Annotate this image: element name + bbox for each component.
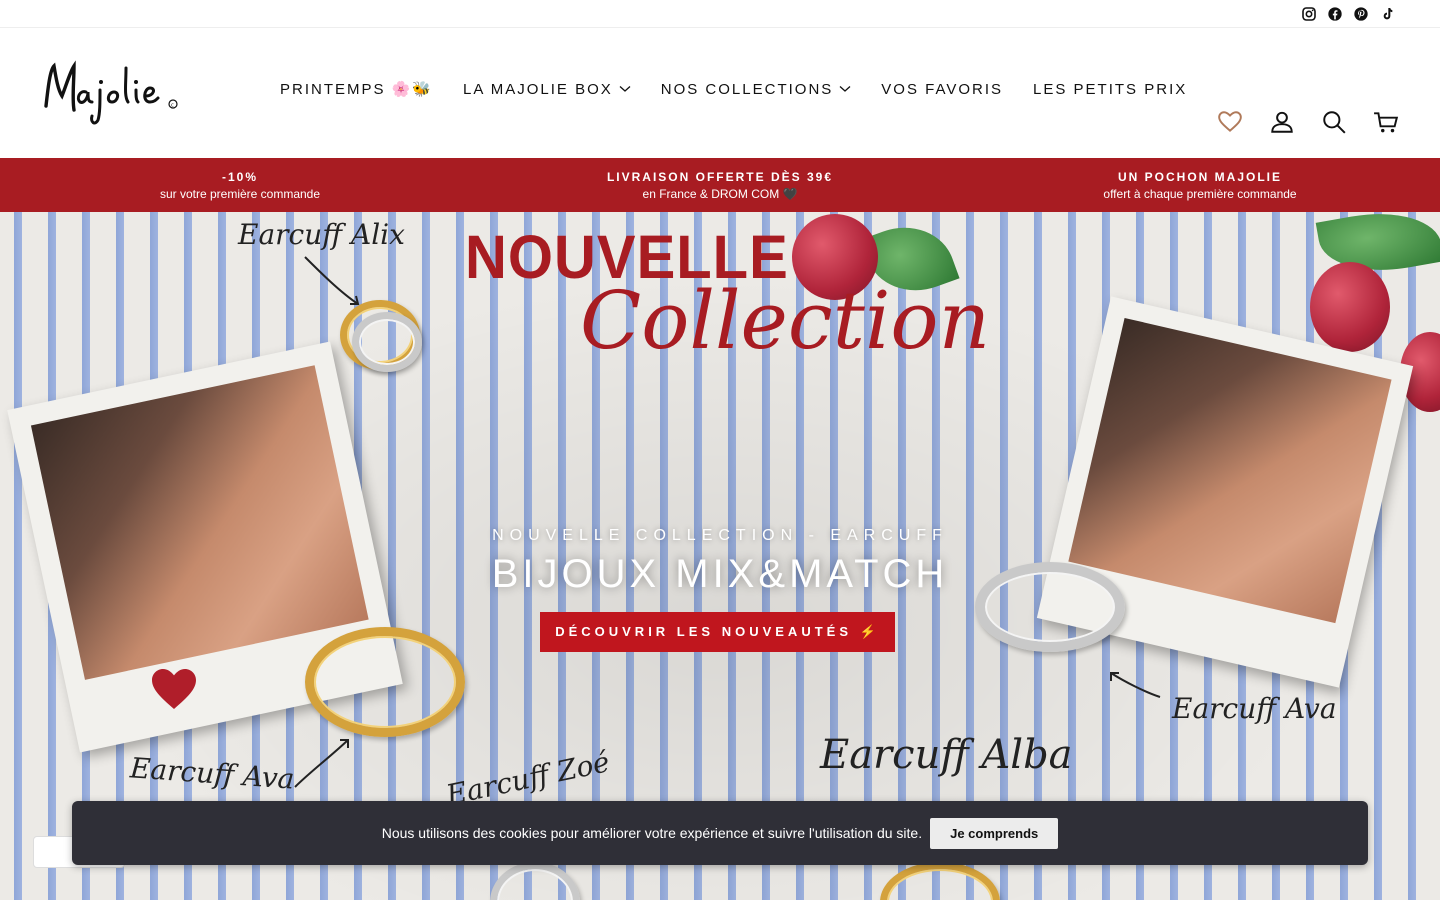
header-actions	[1216, 108, 1400, 136]
heart-icon[interactable]	[1216, 108, 1244, 136]
svg-text:c: c	[171, 103, 174, 109]
majolie-logo[interactable]: c	[40, 58, 185, 128]
promo-bar: -10% sur votre première commande LIVRAIS…	[0, 158, 1440, 212]
nav-label: NOS COLLECTIONS	[660, 80, 834, 98]
earcuff-alix-silver	[352, 312, 422, 372]
promo-title: -10%	[221, 169, 258, 184]
site-header: c PRINTEMPS 🌸🐝 LA MAJOLIE BOX NOS COLLEC…	[0, 28, 1440, 158]
promo-subtitle: en France & DROM COM 🖤	[642, 186, 798, 201]
promo-title: LIVRAISON OFFERTE DÈS 39€	[606, 169, 834, 184]
pinterest-icon[interactable]	[1352, 5, 1370, 23]
promo-subtitle: offert à chaque première commande	[1103, 186, 1297, 201]
account-icon[interactable]	[1268, 108, 1296, 136]
main-nav: PRINTEMPS 🌸🐝 LA MAJOLIE BOX NOS COLLECTI…	[280, 80, 1187, 99]
arrow-decoration	[294, 739, 349, 788]
nav-favoris[interactable]: VOS FAVORIS	[881, 80, 1003, 98]
label-earcuff-ava-right: Earcuff Ava	[1172, 692, 1337, 725]
search-icon[interactable]	[1320, 108, 1348, 136]
hero-subheading: NOUVELLE COLLECTION - EARCUFF	[492, 527, 948, 544]
hero-banner[interactable]: NOUVELLE Collection Earcuff Alix Earcuff…	[0, 212, 1440, 900]
tiktok-icon[interactable]	[1378, 5, 1396, 23]
promo-discount: -10% sur votre première commande	[0, 158, 480, 212]
nav-printemps[interactable]: PRINTEMPS 🌸🐝	[280, 80, 433, 98]
earcuff-ava-gold	[305, 627, 465, 737]
label-earcuff-alba: Earcuff Alba	[820, 732, 1073, 778]
chevron-down-icon	[619, 86, 631, 92]
chevron-down-icon	[839, 86, 851, 92]
cart-icon[interactable]	[1372, 108, 1400, 136]
promo-pochon: UN POCHON MAJOLIE offert à chaque premiè…	[960, 158, 1440, 212]
cookie-text: Nous utilisons des cookies pour améliore…	[381, 825, 923, 841]
arrow-decoration	[1110, 672, 1161, 698]
nav-petits-prix[interactable]: LES PETITS PRIX	[1033, 80, 1187, 98]
nav-label: PRINTEMPS 🌸🐝	[280, 81, 434, 98]
social-bar	[0, 0, 1440, 28]
instagram-icon[interactable]	[1300, 5, 1318, 23]
nav-label: VOS FAVORIS	[881, 80, 1004, 98]
accept-cookies-button[interactable]: Je comprends	[930, 817, 1059, 849]
promo-title: UN POCHON MAJOLIE	[1117, 169, 1282, 184]
arrow-decoration	[304, 256, 360, 305]
ear-photo	[30, 365, 369, 680]
cookie-banner: Nous utilisons des cookies pour améliore…	[72, 801, 1368, 865]
nav-majolie-box[interactable]: LA MAJOLIE BOX	[463, 80, 631, 98]
nav-collections[interactable]: NOS COLLECTIONS	[661, 80, 852, 98]
nav-label: LA MAJOLIE BOX	[463, 80, 613, 98]
facebook-icon[interactable]	[1326, 5, 1344, 23]
promo-subtitle: sur votre première commande	[159, 186, 321, 201]
heart-sticker-icon	[152, 669, 196, 709]
label-earcuff-alix: Earcuff Alix	[238, 218, 405, 251]
promo-shipping: LIVRAISON OFFERTE DÈS 39€ en France & DR…	[480, 158, 960, 212]
hero-heading: BIJOUX MIX&MATCH	[491, 552, 949, 596]
hero-script-title: Collection	[580, 274, 991, 367]
nav-label: LES PETITS PRIX	[1033, 80, 1188, 98]
raspberry-decoration	[1310, 262, 1390, 352]
discover-new-button[interactable]: DÉCOUVRIR LES NOUVEAUTÉS ⚡	[540, 612, 895, 652]
